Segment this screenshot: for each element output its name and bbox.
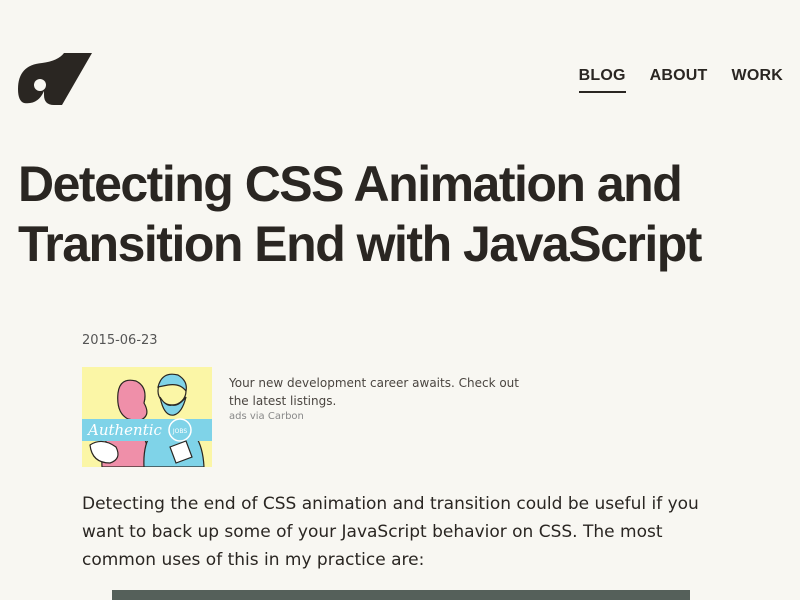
main-nav: BLOG ABOUT WORK: [578, 66, 783, 93]
post-title: Detecting CSS Animation and Transition E…: [18, 156, 702, 272]
post-date: 2015-06-23: [82, 333, 158, 348]
nav-about[interactable]: ABOUT: [650, 66, 708, 93]
ad-image[interactable]: Authentic JOBS: [82, 367, 212, 467]
code-block: [112, 590, 690, 600]
site-logo[interactable]: [18, 53, 92, 105]
ad-image-text: Authentic: [86, 421, 163, 439]
site-logo-icon: [18, 53, 92, 105]
ad-text[interactable]: Your new development career awaits. Chec…: [229, 374, 519, 410]
nav-blog[interactable]: BLOG: [578, 66, 626, 93]
nav-work[interactable]: WORK: [732, 66, 783, 93]
ad-via-carbon[interactable]: ads via Carbon: [229, 411, 304, 422]
ad-badge: JOBS: [172, 428, 188, 435]
post-intro: Detecting the end of CSS animation and t…: [82, 494, 699, 570]
ad-illustration: Authentic JOBS: [82, 367, 212, 467]
